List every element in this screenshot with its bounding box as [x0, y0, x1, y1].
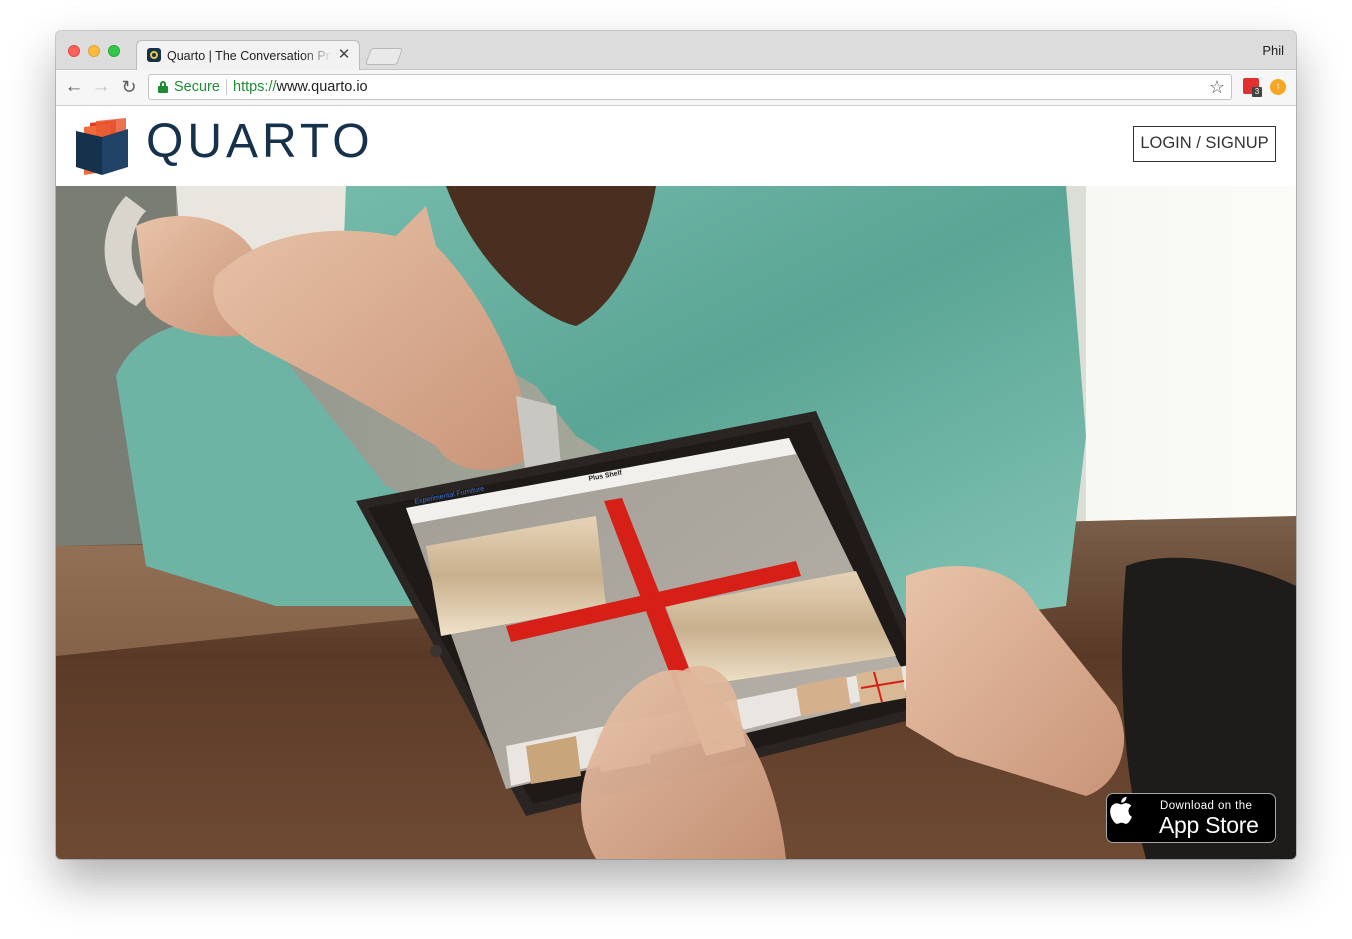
tab-strip: Quarto | The Conversation Pre ✕ Phil [56, 31, 1296, 70]
quarto-logo-icon[interactable] [76, 117, 130, 175]
url-scheme: https:// [233, 79, 277, 95]
address-separator [226, 79, 227, 95]
extension-badge: 3 [1252, 87, 1262, 97]
lock-icon [158, 81, 168, 93]
apple-icon [1110, 796, 1132, 824]
web-page: QUARTO LOGIN / SIGNUP Experimental Furni… [56, 106, 1296, 859]
close-window-button[interactable] [68, 45, 80, 57]
tab-close-icon[interactable]: ✕ [337, 47, 351, 63]
upload-extension-icon[interactable]: ↑ [1270, 79, 1286, 95]
brand-wordmark[interactable]: QUARTO [146, 114, 374, 169]
arrow-left-icon[interactable]: ← [63, 76, 85, 98]
url-text[interactable]: https://www.quarto.io [233, 79, 368, 95]
login-signup-button[interactable]: LOGIN / SIGNUP [1133, 126, 1276, 162]
calendar-extension-icon[interactable]: 3 [1243, 78, 1262, 97]
secure-label: Secure [174, 79, 220, 95]
bookmark-star-icon[interactable]: ☆ [1209, 77, 1225, 97]
arrow-right-icon[interactable]: → [90, 76, 112, 98]
minimize-window-button[interactable] [88, 45, 100, 57]
app-store-badge-line1: Download on the [1160, 800, 1253, 812]
address-bar[interactable]: Secure https://www.quarto.io ☆ [148, 74, 1232, 100]
quarto-favicon-icon [147, 48, 161, 62]
browser-tab-active[interactable]: Quarto | The Conversation Pre ✕ [136, 40, 360, 70]
browser-window: Quarto | The Conversation Pre ✕ Phil ← →… [56, 31, 1296, 859]
hero-photo-illustration [56, 186, 1296, 859]
zoom-window-button[interactable] [108, 45, 120, 57]
app-store-badge-line2: App Store [1159, 812, 1259, 838]
profile-name[interactable]: Phil [1262, 43, 1284, 58]
site-header: QUARTO LOGIN / SIGNUP [56, 106, 1296, 186]
url-host: www.quarto.io [276, 79, 368, 95]
reload-icon[interactable]: ↻ [118, 76, 140, 98]
hero-image: Experimental Furniture Plus Shelf Downlo… [56, 186, 1296, 859]
new-tab-button[interactable] [364, 48, 404, 65]
app-store-badge[interactable]: Download on the App Store [1106, 793, 1276, 843]
tab-title: Quarto | The Conversation Pre [167, 49, 332, 63]
browser-toolbar: ← → ↻ Secure https://www.quarto.io ☆ 3 ↑ [56, 70, 1296, 106]
